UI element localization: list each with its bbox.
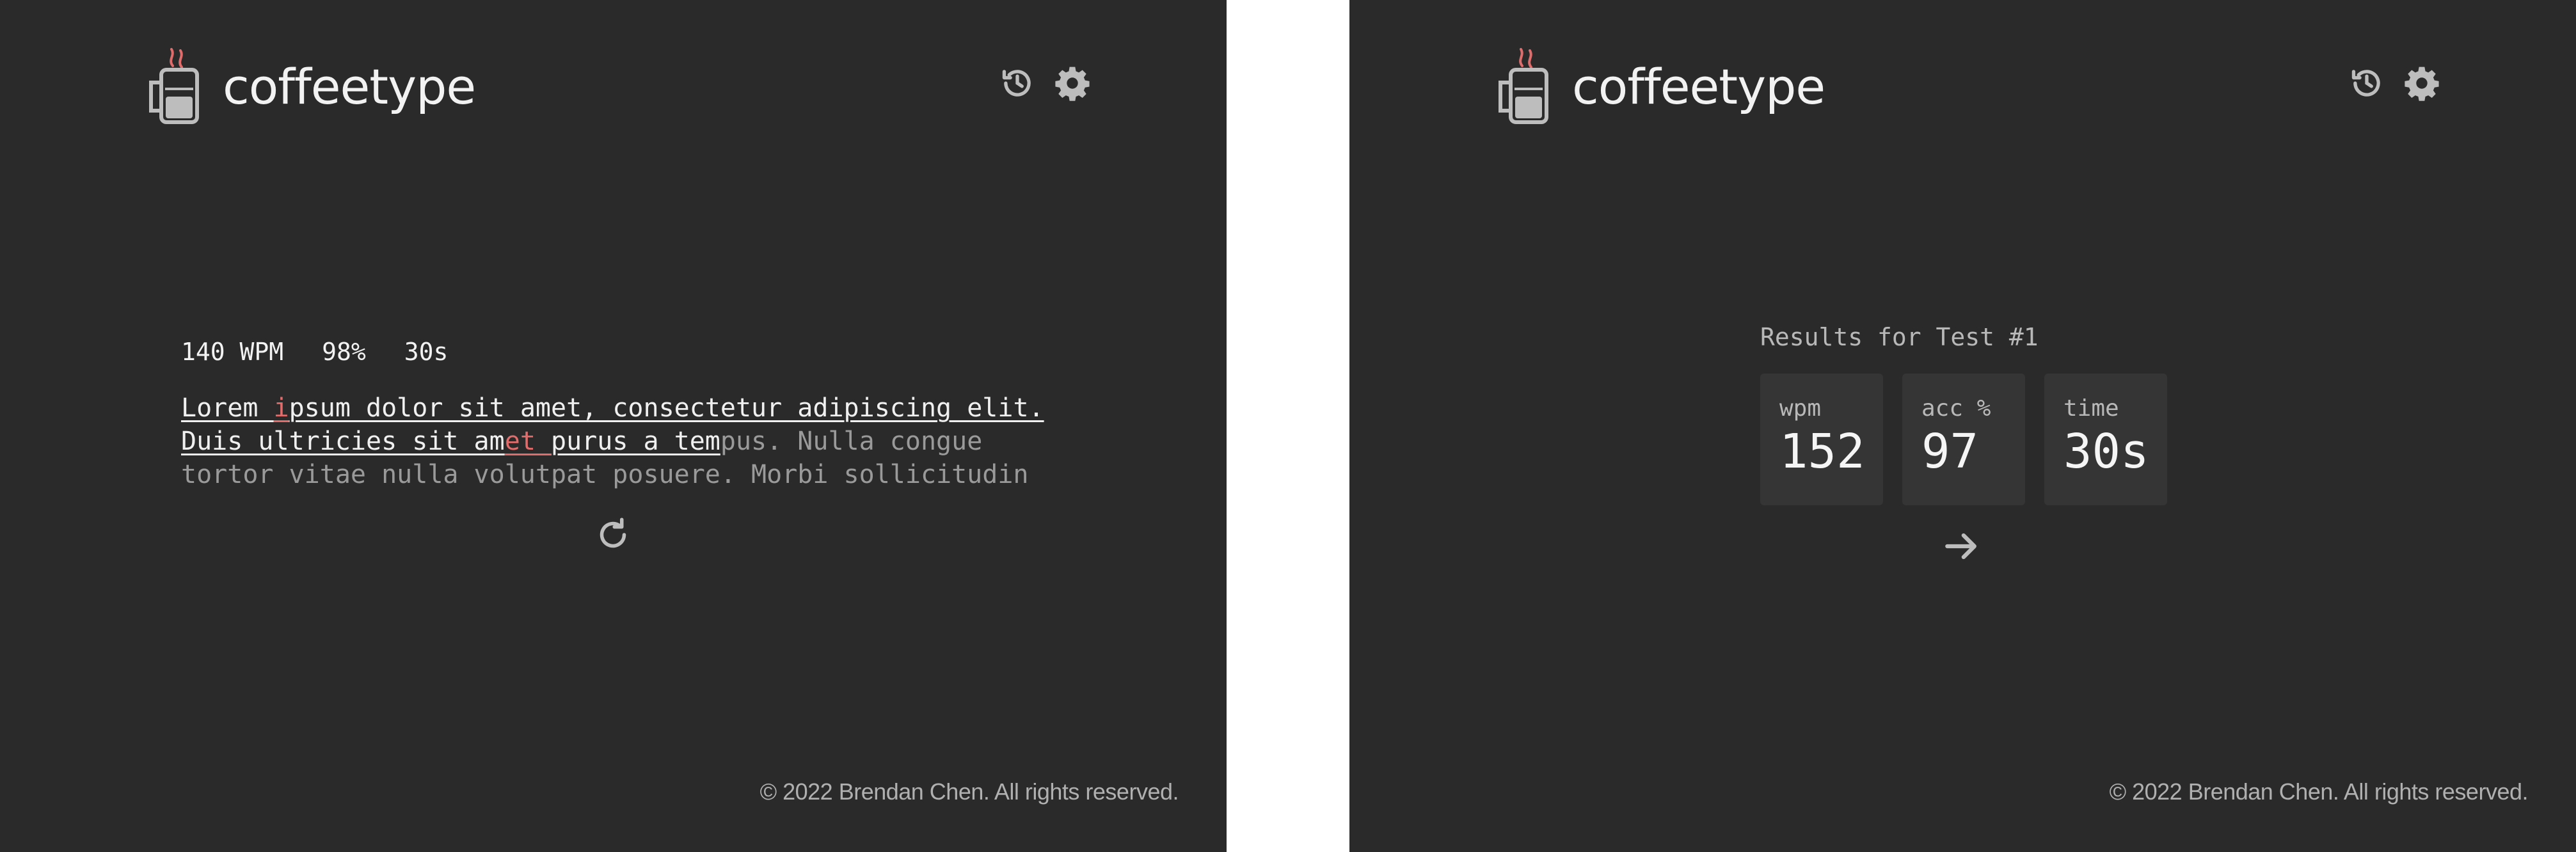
time-card: time 30s (2044, 374, 2167, 505)
settings-button[interactable] (1052, 63, 1093, 104)
results-title: Results for Test #1 (1760, 323, 2039, 351)
history-button[interactable] (997, 63, 1038, 104)
typed-text: Lorem (181, 393, 274, 423)
card-label: acc % (1921, 395, 1991, 422)
typing-line: Lorem ipsum dolor sit amet, consectetur … (181, 391, 1064, 425)
live-wpm: 140 WPM (181, 338, 284, 366)
untyped-text: tortor vitae nulla volutpat posuere. Mor… (181, 460, 1029, 489)
arrow-right-icon (1945, 533, 1976, 560)
results-panel: coffeetype Results for Test #1 wpm 152 a… (1349, 0, 2576, 852)
brand[interactable]: coffeetype (1497, 45, 1825, 128)
history-button[interactable] (2346, 63, 2387, 104)
toolbar (2346, 63, 2442, 104)
untyped-text: pus. Nulla congue (720, 427, 983, 456)
brand-name: coffeetype (1572, 58, 1825, 115)
card-value: 30s (2063, 424, 2149, 479)
restart-button[interactable] (594, 516, 632, 554)
live-stats: 140 WPM 98% 30s (181, 338, 486, 366)
card-value: 152 (1779, 424, 1865, 479)
results-cards: wpm 152 acc % 97 time 30s (1760, 374, 2167, 505)
typing-area[interactable]: Lorem ipsum dolor sit amet, consectetur … (181, 391, 1064, 491)
coffee-mug-icon (1499, 47, 1548, 124)
error-text: i (273, 393, 289, 423)
accuracy-card: acc % 97 (1902, 374, 2025, 505)
card-label: wpm (1779, 395, 1822, 422)
typed-text: psum dolor sit amet, consectetur adipisc… (289, 393, 1044, 423)
footer: © 2022 Brendan Chen. All rights reserved… (759, 778, 1179, 805)
live-accuracy: 98% (322, 338, 366, 366)
typing-test-panel: coffeetype 140 WPM 98% 30s Lorem ipsum d… (0, 0, 1227, 852)
settings-button[interactable] (2401, 63, 2442, 104)
footer: © 2022 Brendan Chen. All rights reserved… (2109, 778, 2529, 805)
card-label: time (2063, 395, 2119, 422)
history-icon (2351, 70, 2380, 97)
typing-line: Duis ultricies sit amet purus a tempus. … (181, 425, 1064, 458)
history-icon (1002, 70, 1031, 97)
typed-text: purus a tem (550, 427, 720, 456)
typing-line: tortor vitae nulla volutpat posuere. Mor… (181, 458, 1064, 491)
coffee-mug-icon (149, 47, 199, 124)
wpm-card: wpm 152 (1760, 374, 1883, 505)
toolbar (997, 63, 1093, 104)
next-test-button[interactable] (1940, 525, 1984, 568)
live-time: 30s (404, 338, 449, 366)
brand-name: coffeetype (223, 58, 476, 115)
gear-icon (1055, 67, 1090, 101)
brand[interactable]: coffeetype (147, 45, 476, 128)
restart-icon (600, 517, 626, 548)
card-value: 97 (1921, 424, 1979, 479)
error-text: et (504, 427, 551, 456)
gear-icon (2405, 67, 2439, 101)
typed-text: Duis ultricies sit am (181, 427, 505, 456)
